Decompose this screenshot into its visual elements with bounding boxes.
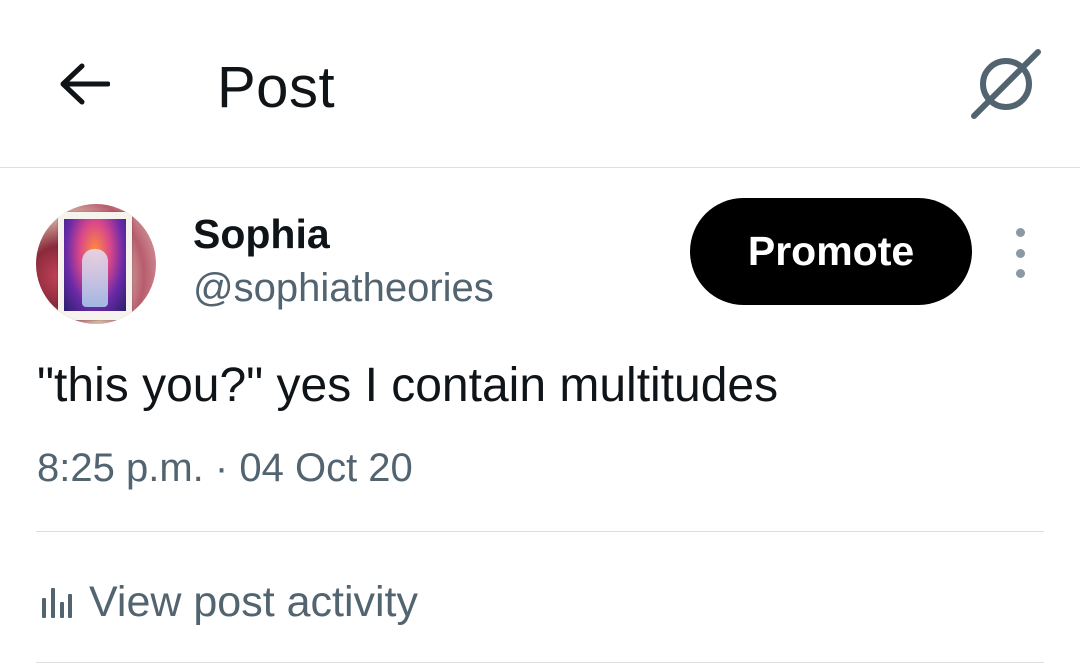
post-time[interactable]: 8:25 p.m.	[37, 446, 204, 490]
post-date[interactable]: 04 Oct 20	[239, 446, 412, 490]
author-name[interactable]: Sophia	[193, 210, 330, 258]
grok-button[interactable]	[968, 46, 1044, 122]
page-title: Post	[217, 55, 336, 120]
bar-chart-icon	[42, 588, 72, 618]
more-vertical-icon	[1015, 228, 1025, 237]
back-button[interactable]	[56, 56, 112, 112]
avatar[interactable]	[36, 204, 156, 324]
divider	[36, 662, 1044, 663]
top-bar: Post	[0, 0, 1080, 168]
post-timestamp: 8:25 p.m. · 04 Oct 20	[37, 443, 413, 493]
more-options-button[interactable]	[1000, 228, 1040, 278]
meta-separator: ·	[214, 446, 229, 490]
grok-icon	[971, 49, 1041, 119]
divider	[36, 531, 1044, 532]
author-handle[interactable]: @sophiatheories	[193, 264, 494, 312]
promote-button[interactable]: Promote	[690, 198, 972, 305]
view-post-activity-label: View post activity	[89, 578, 419, 626]
post-text: "this you?" yes I contain multitudes	[37, 359, 779, 412]
arrow-left-icon	[60, 63, 110, 105]
view-post-activity-button[interactable]: View post activity	[37, 572, 418, 632]
